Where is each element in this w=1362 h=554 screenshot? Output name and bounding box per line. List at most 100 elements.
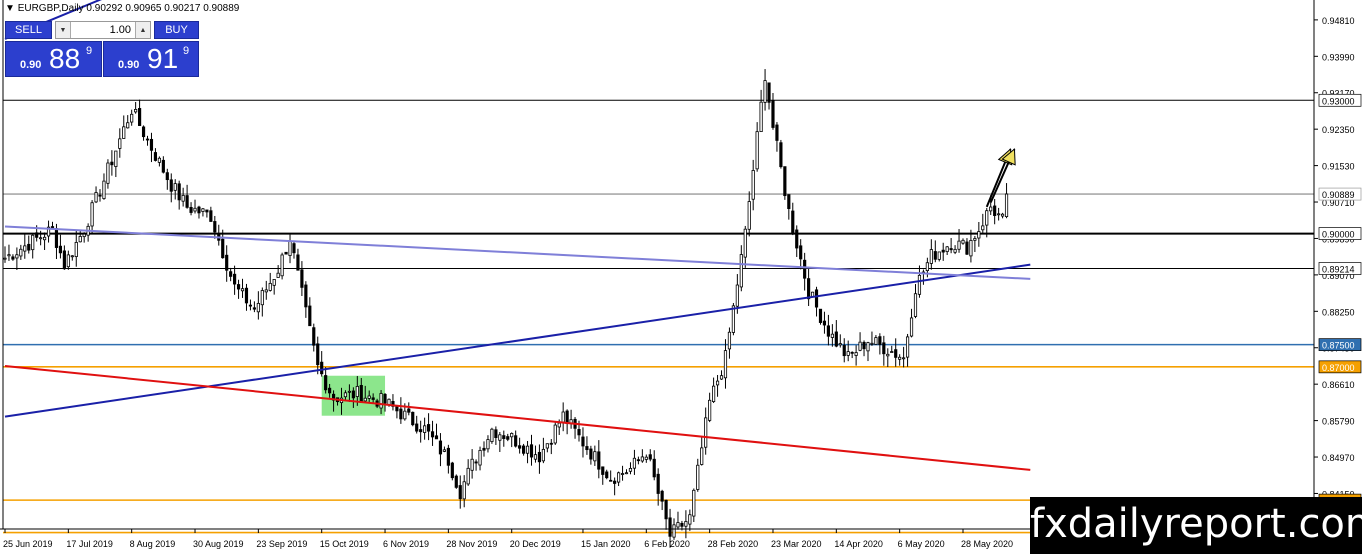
candle-body (949, 248, 953, 251)
candle-body (672, 524, 676, 538)
sell-price-pipette: 9 (86, 45, 93, 57)
candle-body (462, 481, 466, 500)
candle-body (454, 475, 458, 488)
candle-body (74, 242, 78, 257)
candle-body (260, 290, 264, 306)
candle-body (466, 467, 470, 485)
lot-size-value[interactable]: 1.00 (72, 22, 134, 38)
candle-body (221, 238, 225, 259)
candle-body (411, 411, 415, 426)
candle-body (42, 236, 47, 241)
price-tick-label: 0.84970 (1322, 453, 1355, 463)
candle-body (161, 159, 165, 173)
candle-body (367, 395, 371, 399)
candle-body (110, 161, 114, 166)
candle-body (126, 122, 130, 129)
level-tag-label: 0.89214 (1322, 264, 1355, 274)
lot-size-input[interactable]: ▼ 1.00 ▲ (55, 21, 151, 39)
candle-body (23, 245, 27, 252)
chart-title: ▼ EURGBP,Daily 0.90292 0.90965 0.90217 0… (5, 3, 239, 14)
triangle-down-icon: ▼ (5, 3, 15, 14)
candle-body (58, 245, 63, 254)
candle-body (66, 254, 70, 268)
candle-body (799, 245, 803, 260)
candle-body (846, 351, 850, 356)
time-tick-label: 30 Aug 2019 (193, 539, 244, 549)
time-tick-label: 28 Feb 2020 (708, 539, 759, 549)
candle-body (304, 284, 308, 308)
candle-body (818, 308, 823, 323)
candle-body (490, 428, 494, 442)
candle-body (525, 445, 530, 454)
candle-body (197, 206, 201, 214)
sell-price-main: 88 (49, 43, 81, 74)
candle-body (747, 201, 751, 230)
buy-price-button[interactable]: 0.90 91 9 (103, 41, 199, 77)
candle-body (403, 410, 407, 420)
candle-body (537, 451, 542, 463)
candle-body (585, 446, 589, 451)
candle-body (660, 490, 664, 502)
candle-body (890, 351, 894, 353)
candle-body (240, 288, 245, 292)
sell-button[interactable]: SELL (5, 21, 52, 39)
candle-body (617, 472, 621, 483)
candle-body (328, 387, 332, 394)
candle-body (696, 464, 700, 490)
candle-body (506, 436, 510, 440)
candle-body (514, 435, 518, 447)
candle-body (209, 210, 213, 222)
candle-body (620, 473, 625, 475)
lot-increase-icon[interactable]: ▲ (135, 22, 150, 38)
candle-body (708, 399, 712, 421)
candle-body (442, 449, 447, 452)
candle-body (426, 424, 431, 432)
candle-body (533, 454, 538, 460)
candle-body (39, 237, 43, 240)
candle-body (363, 397, 367, 402)
candle-body (15, 254, 19, 259)
candle-body (652, 458, 656, 478)
candle-body (153, 152, 158, 161)
candle-body (193, 207, 197, 212)
candle-body (755, 131, 759, 170)
candle-body (371, 397, 375, 400)
candle-body (7, 254, 11, 257)
candle-body (118, 138, 122, 149)
candle-body (814, 289, 819, 308)
candle-body (715, 380, 720, 386)
candle-body (656, 473, 660, 494)
candle-body (94, 192, 98, 203)
candle-body (898, 356, 902, 360)
candle-body (561, 411, 565, 423)
time-tick-label: 15 Oct 2019 (320, 539, 369, 549)
candle-body (474, 461, 478, 464)
candle-body (680, 522, 684, 527)
chart-title-text: EURGBP,Daily 0.90292 0.90965 0.90217 0.9… (17, 3, 240, 14)
candle-body (557, 422, 561, 428)
price-tick-label: 0.92350 (1322, 125, 1355, 135)
buy-price-prefix: 0.90 (118, 59, 140, 71)
candle-body (264, 289, 268, 293)
candle-body (882, 342, 886, 355)
candle-body (676, 522, 680, 528)
time-tick-label: 6 Nov 2019 (383, 539, 429, 549)
candle-body (704, 417, 708, 448)
candle-body (803, 259, 807, 279)
buy-button[interactable]: BUY (154, 21, 199, 39)
candle-body (343, 392, 348, 398)
sell-price-button[interactable]: 0.90 88 9 (5, 41, 102, 77)
candle-body (177, 183, 181, 201)
candle-body (379, 393, 383, 409)
lot-decrease-icon[interactable]: ▼ (56, 22, 71, 38)
candle-body (407, 408, 411, 413)
price-tick-label: 0.86610 (1322, 380, 1355, 390)
candle-body (605, 471, 609, 479)
price-tick-label: 0.94810 (1322, 16, 1355, 26)
candle-body (985, 210, 989, 226)
candle-body (577, 429, 581, 436)
candle-body (684, 521, 688, 527)
candle-body (62, 250, 66, 270)
candle-body (415, 423, 419, 432)
candle-body (822, 320, 827, 326)
